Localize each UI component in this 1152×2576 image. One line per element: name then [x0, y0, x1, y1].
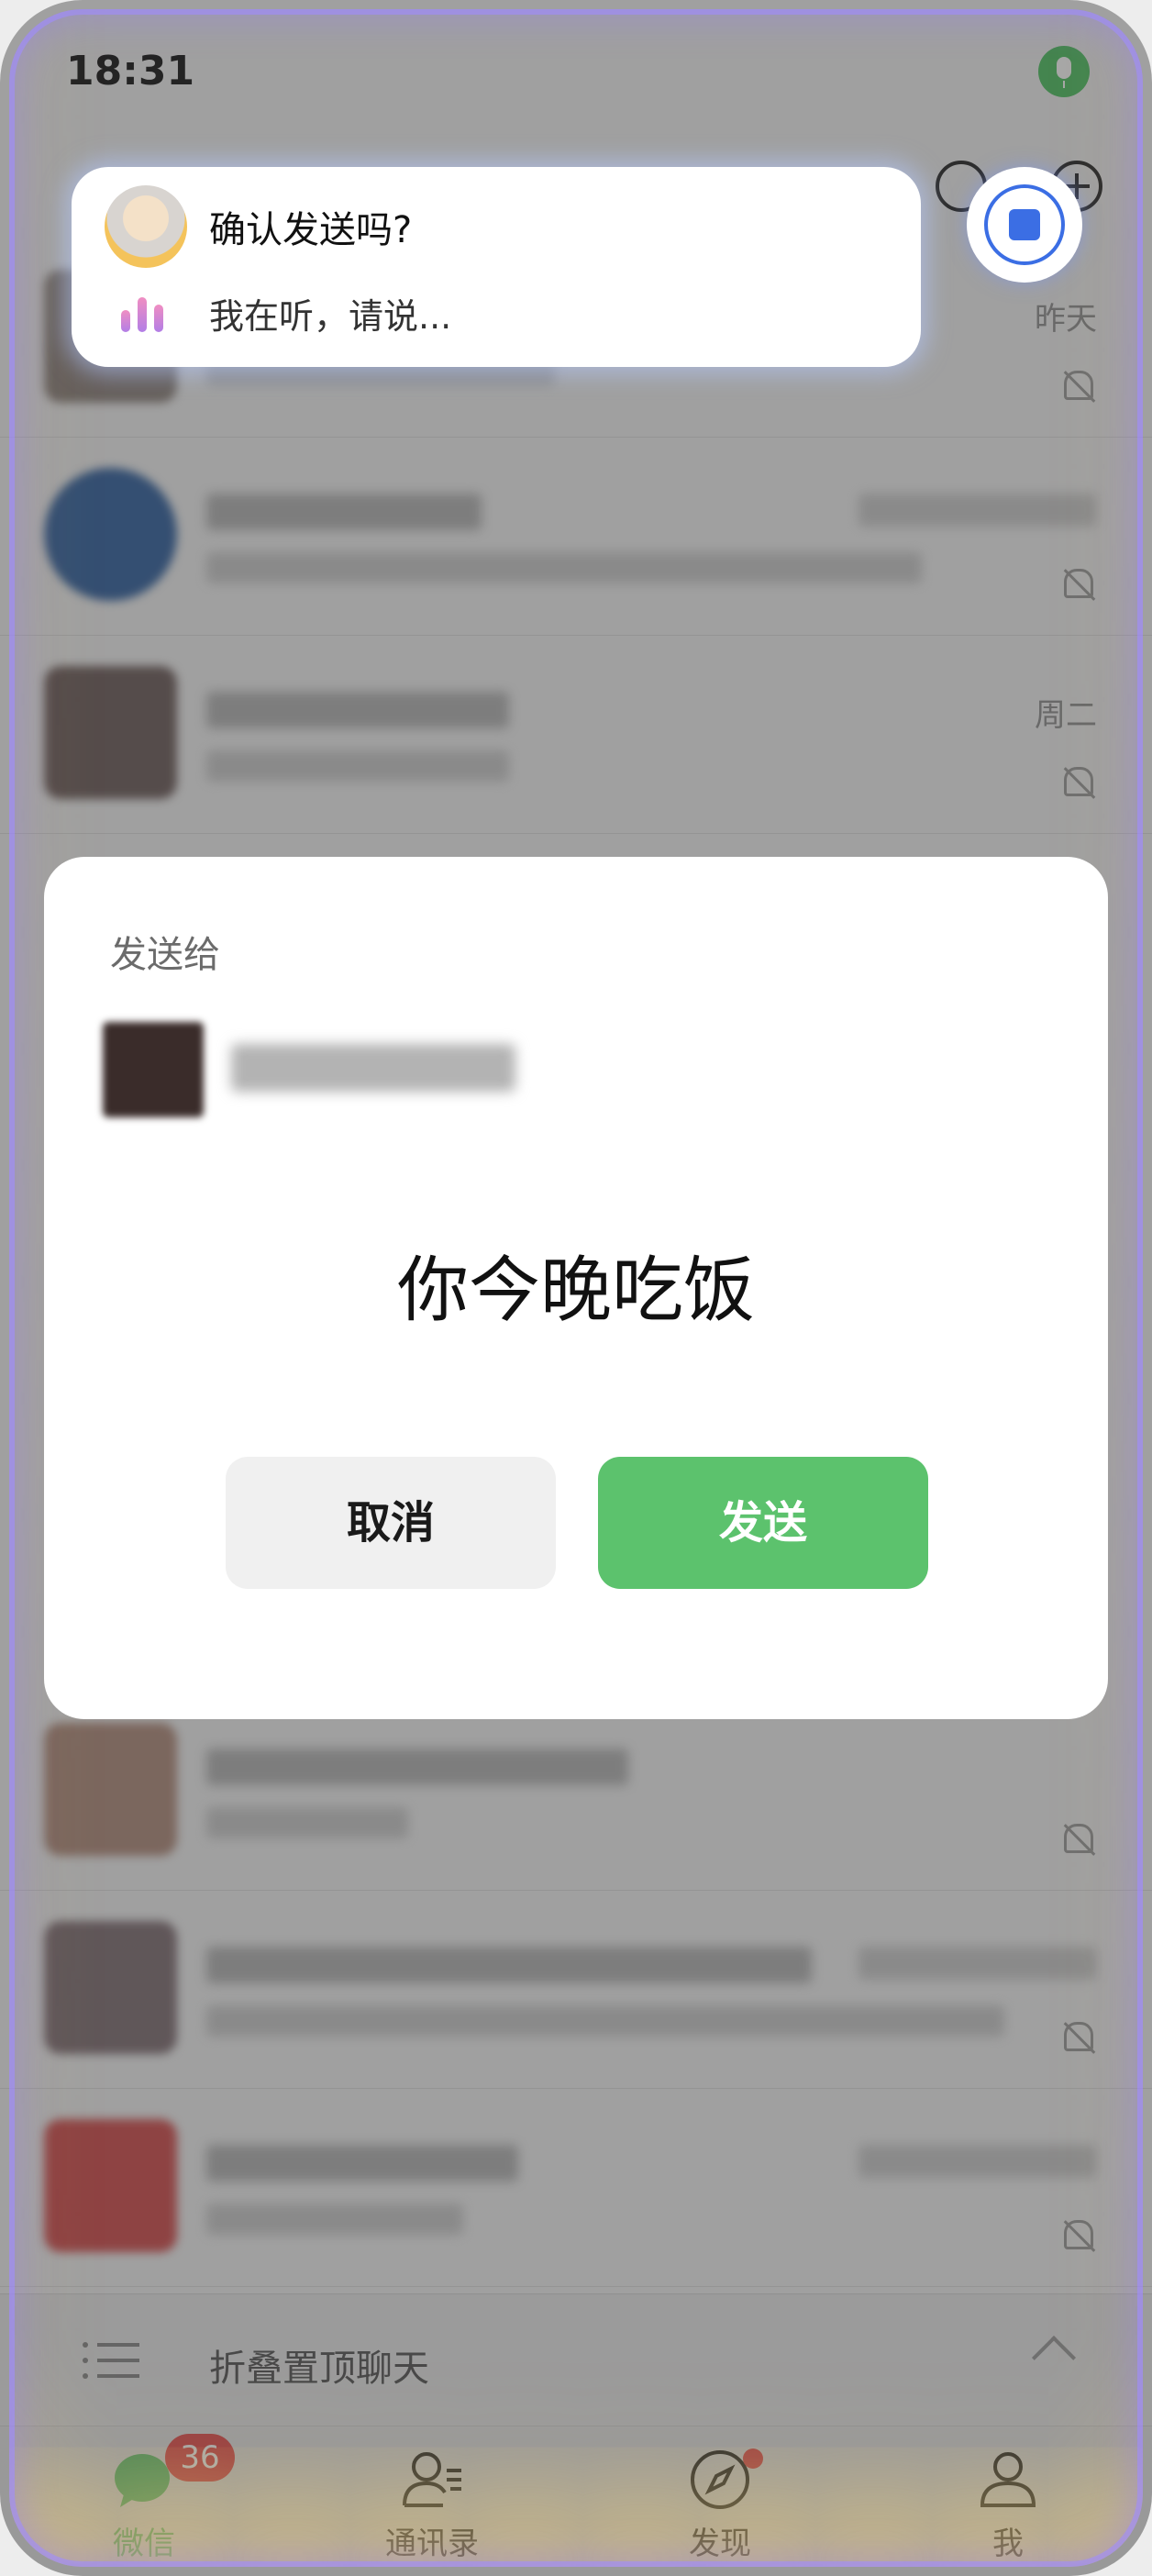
recipient-avatar: [103, 1022, 204, 1117]
screen: 18:31 昨天 周二 折叠置顶聊天 36 微信 通讯录 发现 我 确认发送吗?…: [0, 0, 1152, 2576]
voice-wave-icon: [121, 292, 176, 332]
assistant-status: 我在听，请说...: [209, 296, 452, 337]
message-preview: 你今晚吃饭: [396, 1249, 755, 1332]
assistant-avatar: [105, 185, 187, 268]
stop-icon: [1009, 209, 1040, 240]
stop-listening-button[interactable]: [967, 167, 1082, 283]
send-confirm-dialog: 发送给 你今晚吃饭 取消 发送: [44, 857, 1108, 1719]
assistant-question: 确认发送吗?: [209, 209, 413, 251]
dialog-title: 发送给: [110, 934, 220, 976]
cancel-button[interactable]: 取消: [226, 1457, 556, 1589]
send-button[interactable]: 发送: [598, 1457, 928, 1589]
assistant-panel: 确认发送吗? 我在听，请说...: [72, 167, 921, 367]
recipient-name-blurred: [231, 1044, 515, 1092]
